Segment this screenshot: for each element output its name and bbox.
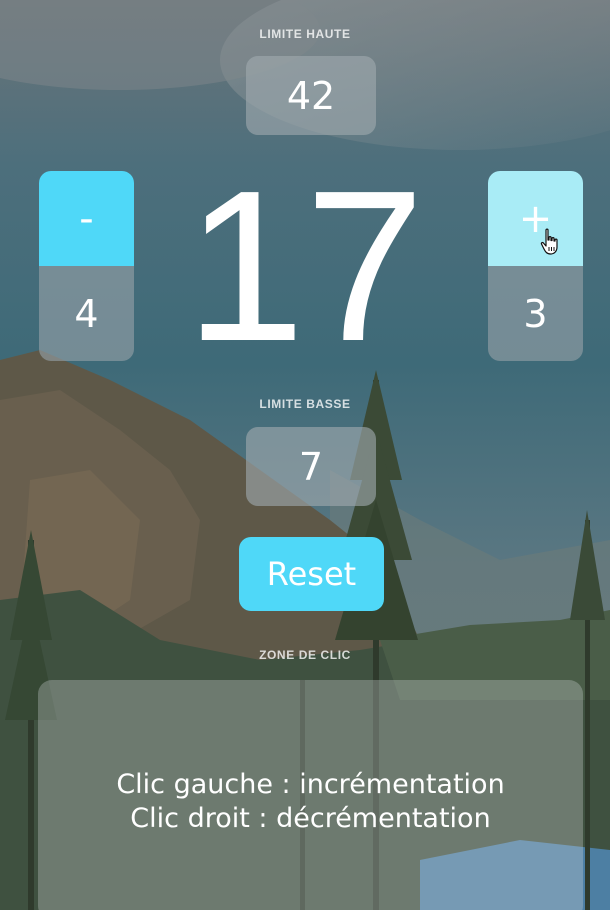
increment-stepper: + 3	[488, 171, 583, 361]
reset-button[interactable]: Reset	[239, 537, 384, 611]
hand-pointer-icon	[540, 228, 558, 255]
decrement-button[interactable]: -	[39, 171, 134, 266]
lower-limit-value[interactable]: 7	[246, 427, 376, 506]
upper-limit-label: LIMITE HAUTE	[259, 27, 351, 41]
decrement-stepper: - 4	[39, 171, 134, 361]
increment-step-value[interactable]: 3	[488, 266, 583, 361]
click-zone-left-instruction: Clic gauche : incrémentation	[116, 769, 505, 800]
upper-limit-value[interactable]: 42	[246, 56, 376, 135]
click-zone-right-instruction: Clic droit : décrémentation	[130, 803, 491, 834]
lower-limit-label: LIMITE BASSE	[259, 397, 351, 411]
decrement-step-value[interactable]: 4	[39, 266, 134, 361]
increment-button[interactable]: +	[488, 171, 583, 266]
click-zone[interactable]: Clic gauche : incrémentation Clic droit …	[38, 680, 583, 910]
counter-value: 17	[185, 144, 425, 386]
click-zone-label: ZONE DE CLIC	[259, 648, 351, 662]
